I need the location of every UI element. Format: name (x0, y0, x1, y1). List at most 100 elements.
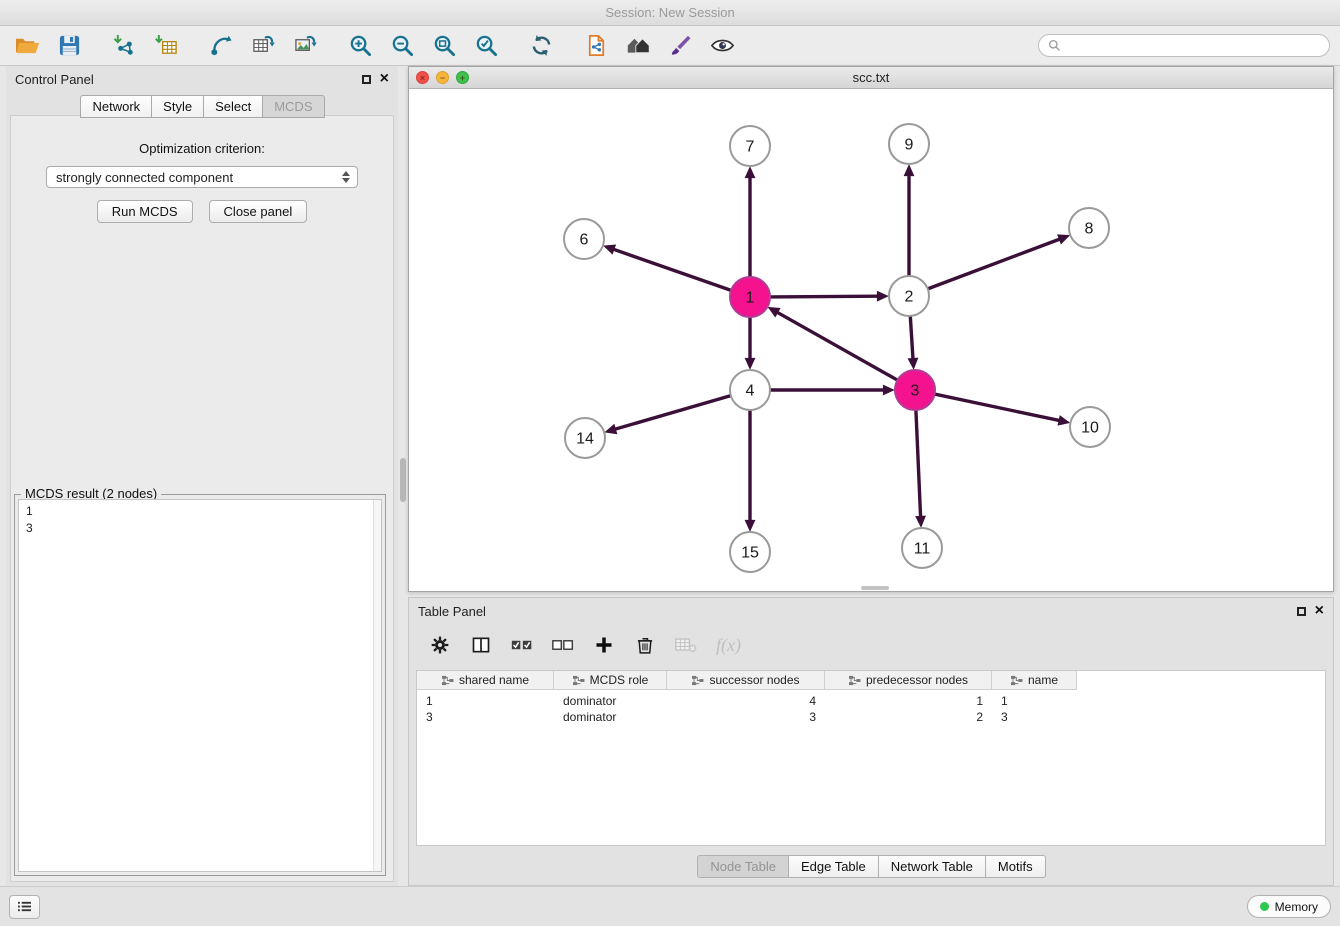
memory-status-dot (1260, 902, 1269, 911)
table-row[interactable]: 3dominator323 (417, 709, 1325, 725)
node-4[interactable]: 4 (730, 370, 770, 410)
export-image-icon[interactable] (291, 32, 319, 60)
column-header-MCDS-role[interactable]: MCDS role (554, 671, 667, 689)
table-row[interactable]: 1dominator411 (417, 693, 1325, 709)
edge-4-14[interactable] (615, 396, 731, 430)
node-2[interactable]: 2 (889, 276, 929, 316)
tab-network[interactable]: Network (80, 95, 152, 118)
column-settings-icon[interactable] (429, 635, 451, 655)
table-panel-tabbar: Node TableEdge TableNetwork TableMotifs (409, 855, 1333, 878)
node-11[interactable]: 11 (902, 528, 942, 568)
import-table-icon[interactable] (152, 32, 180, 60)
panel-divider (399, 66, 407, 886)
search-input[interactable] (1066, 39, 1320, 53)
node-9[interactable]: 9 (889, 124, 929, 164)
tab-mcds[interactable]: MCDS (262, 95, 324, 118)
save-session-icon[interactable] (55, 32, 83, 60)
window-title: Session: New Session (605, 5, 734, 20)
node-10[interactable]: 10 (1070, 407, 1110, 447)
task-history-button[interactable] (9, 895, 40, 919)
tab-network-table[interactable]: Network Table (878, 855, 986, 878)
column-header-successor-nodes[interactable]: successor nodes (667, 671, 825, 689)
network-hscroll-thumb[interactable] (861, 586, 889, 590)
style-brush-icon[interactable] (666, 32, 694, 60)
criterion-dropdown[interactable]: strongly connected component (46, 166, 358, 188)
divider-scroll-thumb[interactable] (400, 458, 406, 502)
column-header-label: predecessor nodes (866, 673, 968, 687)
network-canvas[interactable]: 7 9 6 8 1 2 4 3 14 10 15 11 (409, 89, 1333, 591)
edge-3-10[interactable] (935, 394, 1060, 421)
new-network-icon[interactable] (207, 32, 235, 60)
close-panel-button[interactable]: Close panel (209, 200, 308, 223)
close-panel-icon[interactable]: × (380, 71, 389, 87)
run-mcds-button[interactable]: Run MCDS (97, 200, 193, 223)
network-window-titlebar[interactable]: × − + scc.txt (409, 67, 1333, 89)
mcds-result-line: 1 (26, 503, 374, 520)
main-toolbar (0, 26, 1340, 66)
column-header-shared-name[interactable]: shared name (417, 671, 554, 689)
node-14[interactable]: 14 (565, 418, 605, 458)
open-session-icon[interactable] (13, 32, 41, 60)
tab-style[interactable]: Style (151, 95, 204, 118)
unselect-all-columns-icon[interactable] (552, 635, 574, 655)
mcds-result-line: 3 (26, 520, 374, 537)
zoom-fit-icon[interactable] (430, 32, 458, 60)
window-titlebar[interactable]: Session: New Session (0, 0, 1340, 26)
tab-select[interactable]: Select (203, 95, 263, 118)
column-header-name[interactable]: name (992, 671, 1077, 689)
add-column-icon[interactable] (593, 635, 615, 655)
result-scrollbar[interactable] (373, 500, 381, 871)
edge-1-6[interactable] (613, 249, 731, 290)
node-3[interactable]: 3 (895, 370, 935, 410)
copy-network-icon[interactable] (582, 32, 610, 60)
float-panel-icon[interactable] (362, 75, 371, 84)
node-15[interactable]: 15 (730, 532, 770, 572)
close-window-icon[interactable]: × (416, 71, 429, 84)
node-8[interactable]: 8 (1069, 208, 1109, 248)
maximize-window-icon[interactable]: + (456, 71, 469, 84)
select-all-columns-icon[interactable] (511, 635, 533, 655)
minimize-window-icon[interactable]: − (436, 71, 449, 84)
search-icon (1048, 39, 1061, 52)
edge-2-3[interactable] (910, 316, 913, 359)
overview-icon[interactable] (624, 32, 652, 60)
import-network-icon[interactable] (110, 32, 138, 60)
edge-3-1[interactable] (777, 312, 898, 380)
table-panel-header: Table Panel × (409, 598, 1333, 624)
delete-column-icon[interactable] (634, 635, 656, 655)
close-table-panel-icon[interactable]: × (1315, 603, 1324, 619)
memory-button[interactable]: Memory (1247, 895, 1331, 918)
tab-motifs[interactable]: Motifs (985, 855, 1046, 878)
float-table-panel-icon[interactable] (1297, 607, 1306, 616)
tab-node-table[interactable]: Node Table (697, 855, 789, 878)
node-7[interactable]: 7 (730, 126, 770, 166)
edge-3-11[interactable] (916, 410, 921, 517)
column-header-predecessor-nodes[interactable]: predecessor nodes (825, 671, 992, 689)
control-panel-tabbar: NetworkStyleSelectMCDS (6, 95, 398, 118)
export-table-icon[interactable] (249, 32, 277, 60)
node-6[interactable]: 6 (564, 219, 604, 259)
zoom-selected-icon[interactable] (472, 32, 500, 60)
column-header-label: successor nodes (709, 673, 799, 687)
table-cell: 4 (667, 694, 825, 708)
show-hide-icon[interactable] (708, 32, 736, 60)
criterion-dropdown-value: strongly connected component (56, 170, 233, 185)
optimization-criterion-label: Optimization criterion: (11, 141, 393, 156)
mcds-result-list[interactable]: 13 (18, 499, 382, 872)
edge-2-8[interactable] (928, 239, 1060, 289)
tab-edge-table[interactable]: Edge Table (788, 855, 879, 878)
column-edit-icon (1010, 675, 1023, 686)
table-cell: 3 (992, 710, 1077, 724)
node-label: 8 (1085, 221, 1094, 238)
search-box[interactable] (1038, 34, 1330, 57)
table-cell: 3 (667, 710, 825, 724)
dropdown-stepper-icon (342, 171, 357, 183)
node-1[interactable]: 1 (730, 277, 770, 317)
zoom-in-icon[interactable] (346, 32, 374, 60)
edge-1-2[interactable] (770, 296, 878, 297)
zoom-out-icon[interactable] (388, 32, 416, 60)
apply-layout-icon[interactable] (527, 32, 555, 60)
table-body: 1dominator4113dominator323 (417, 690, 1325, 725)
table-panel: Table Panel × f(x) shared nameMCDS roles… (408, 597, 1334, 886)
show-columns-icon[interactable] (470, 635, 492, 655)
